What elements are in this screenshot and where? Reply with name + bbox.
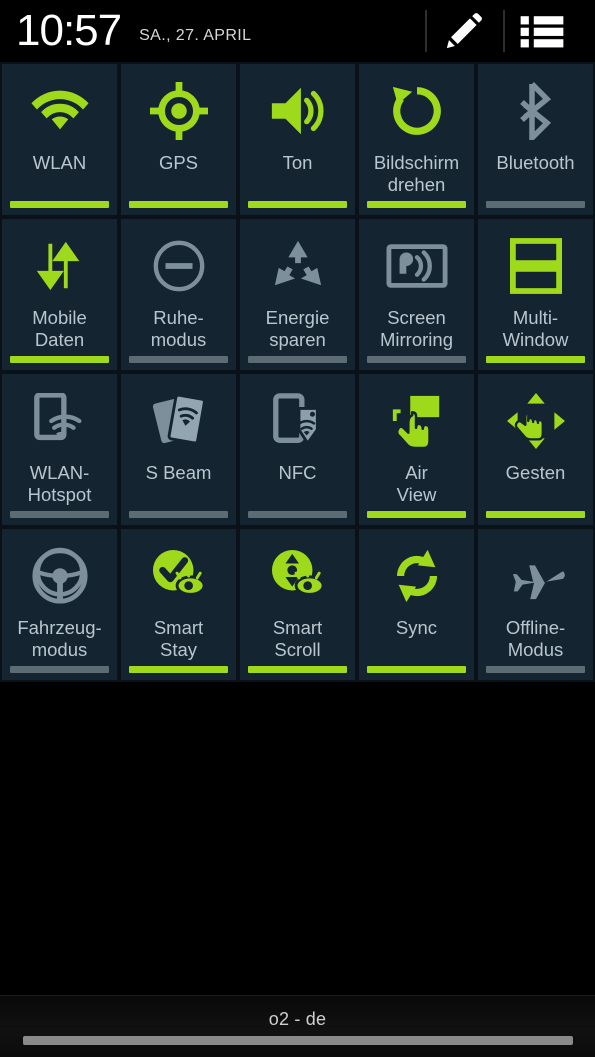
toggle-state-indicator [10,511,109,518]
wifi-icon [2,64,117,152]
toggle-wlan[interactable]: WLAN [2,64,117,215]
gps-icon [121,64,236,152]
toggle-state-indicator [248,201,347,208]
toggle-s-beam[interactable]: S Beam [121,374,236,525]
gestures-icon [478,374,593,462]
toggle-state-indicator [486,666,585,673]
airplane-icon [478,529,593,617]
toggle-state-indicator [10,356,109,363]
toggle-sound[interactable]: Ton [240,64,355,215]
clock: 10:57 [16,6,122,55]
air-view-icon [359,374,474,462]
notification-panel: 10:57 SA., 27. APRIL WLAN GPS Ton Bildsc… [0,0,595,1057]
carrier-bar: o2 - de [0,995,595,1057]
nfc-icon [240,374,355,462]
toggle-bluetooth[interactable]: Bluetooth [478,64,593,215]
toggle-row: WLAN- Hotspot S Beam NFC Air View Gesten [0,372,595,527]
toggle-gps[interactable]: GPS [121,64,236,215]
toggle-state-indicator [486,356,585,363]
toggle-state-indicator [129,356,228,363]
toggle-state-indicator [367,201,466,208]
rotate-screen-icon [359,64,474,152]
wifi-hotspot-icon [2,374,117,462]
toggle-auto-rotate[interactable]: Bildschirm drehen [359,64,474,215]
toggle-power-saving[interactable]: Energie sparen [240,219,355,370]
toggle-wifi-hotspot[interactable]: WLAN- Hotspot [2,374,117,525]
status-bar-actions [423,0,579,62]
carrier-name: o2 - de [268,1008,327,1029]
toggle-state-indicator [367,666,466,673]
bluetooth-icon [478,64,593,152]
panel-drag-handle[interactable] [22,1035,573,1045]
sync-icon [359,529,474,617]
toggle-state-indicator [129,666,228,673]
driving-mode-icon [2,529,117,617]
s-beam-icon [121,374,236,462]
smart-stay-icon [121,529,236,617]
toggle-state-indicator [129,511,228,518]
edit-button[interactable] [427,0,501,62]
toggle-driving-mode[interactable]: Fahrzeug- modus [2,529,117,680]
toggle-state-indicator [248,356,347,363]
toggle-blocking-mode[interactable]: Ruhe- modus [121,219,236,370]
toggle-row: Fahrzeug- modus Smart Stay Smart Scroll … [0,527,595,682]
toggle-state-indicator [248,666,347,673]
toggle-state-indicator [129,201,228,208]
toggle-state-indicator [367,356,466,363]
toggle-smart-scroll[interactable]: Smart Scroll [240,529,355,680]
blocking-mode-icon [121,219,236,307]
toggle-state-indicator [10,666,109,673]
toggle-sync[interactable]: Sync [359,529,474,680]
toggle-state-indicator [367,511,466,518]
notifications-list-button[interactable] [505,0,579,62]
quick-settings-grid: WLAN GPS Ton Bildschirm drehen Bluetooth… [0,62,595,682]
toggle-nfc[interactable]: NFC [240,374,355,525]
toggle-state-indicator [10,201,109,208]
toggle-smart-stay[interactable]: Smart Stay [121,529,236,680]
toggle-air-view[interactable]: Air View [359,374,474,525]
mobile-data-icon [2,219,117,307]
list-icon [520,16,564,48]
toggle-gestures[interactable]: Gesten [478,374,593,525]
toggle-multi-window[interactable]: Multi- Window [478,219,593,370]
screen-mirroring-icon [359,219,474,307]
toggle-state-indicator [486,201,585,208]
power-saving-icon [240,219,355,307]
sound-icon [240,64,355,152]
toggle-row: WLAN GPS Ton Bildschirm drehen Bluetooth [0,62,595,217]
toggle-state-indicator [486,511,585,518]
toggle-state-indicator [248,511,347,518]
status-bar: 10:57 SA., 27. APRIL [0,0,595,62]
date-label: SA., 27. APRIL [139,27,252,44]
toggle-airplane-mode[interactable]: Offline- Modus [478,529,593,680]
toggle-row: Mobile Daten Ruhe- modus Energie sparen … [0,217,595,372]
pencil-icon [446,13,482,49]
toggle-screen-mirroring[interactable]: Screen Mirroring [359,219,474,370]
smart-scroll-icon [240,529,355,617]
multi-window-icon [478,219,593,307]
toggle-mobile-data[interactable]: Mobile Daten [2,219,117,370]
